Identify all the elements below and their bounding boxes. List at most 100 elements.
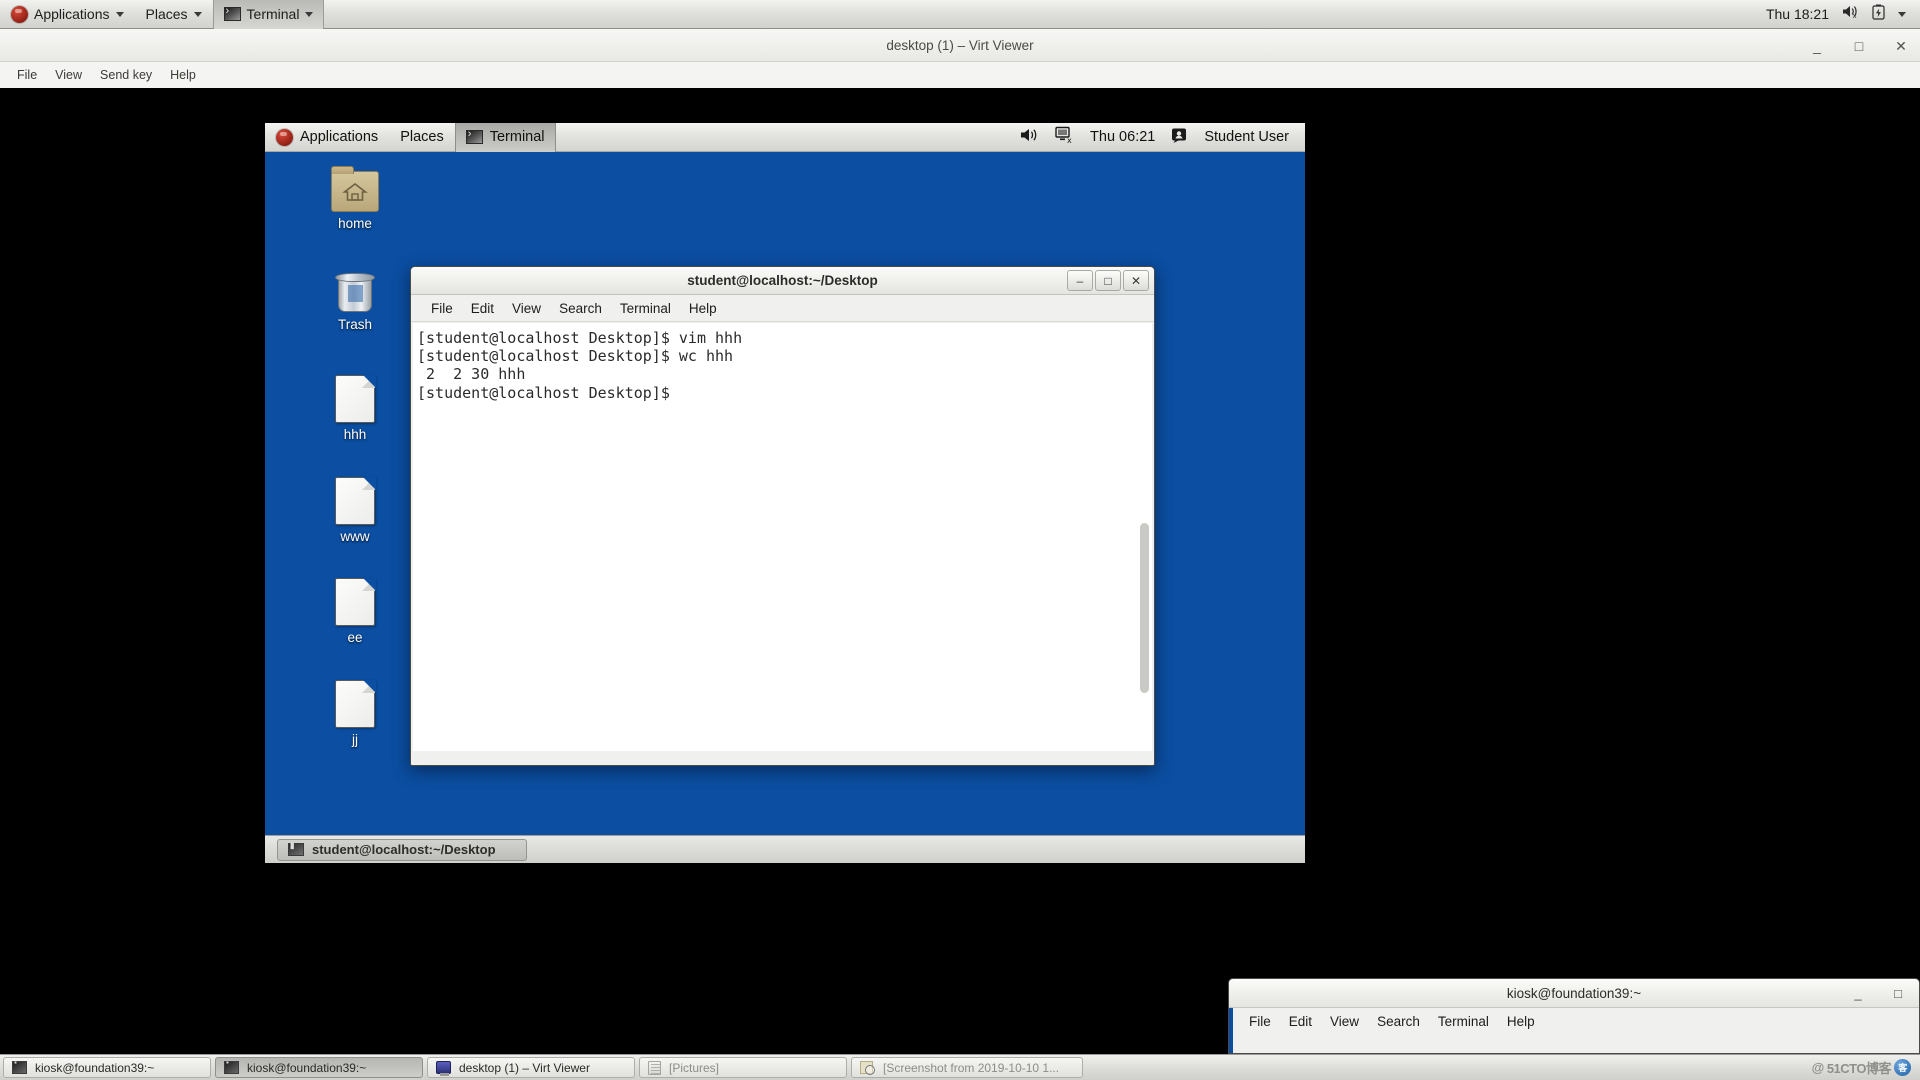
virt-viewer-menubar: File View Send key Help — [0, 62, 1920, 87]
terminal-icon — [288, 841, 304, 856]
menu-terminal[interactable]: Terminal — [1429, 1012, 1498, 1031]
menu-file[interactable]: File — [1240, 1012, 1280, 1031]
menu-terminal[interactable]: Terminal — [611, 299, 680, 318]
host-places-label: Places — [145, 6, 188, 22]
taskbar-item-pictures[interactable]: [Pictures] — [639, 1057, 847, 1078]
folder-icon — [331, 166, 379, 212]
guest-places-label: Places — [400, 129, 444, 145]
guest-applications-label: Applications — [300, 129, 379, 145]
menu-search[interactable]: Search — [1368, 1012, 1429, 1031]
minimize-button[interactable]: _ — [1808, 39, 1826, 53]
network-disconnected-icon[interactable]: x — [1055, 126, 1074, 148]
virt-viewer-window-controls: _ □ ✕ — [1808, 29, 1910, 62]
taskbar-item-label: [Screenshot from 2019-10-10 1... — [883, 1060, 1060, 1075]
battery-icon[interactable] — [1872, 4, 1885, 25]
virt-viewer-titlebar[interactable]: desktop (1) – Virt Viewer _ □ ✕ — [0, 29, 1920, 62]
guest-terminal-label: Terminal — [489, 129, 545, 145]
chevron-down-icon — [193, 11, 202, 17]
maximize-button[interactable]: □ — [1891, 987, 1905, 1000]
desktop-icon-trash[interactable]: Trash — [312, 271, 398, 332]
close-button[interactable]: ✕ — [1123, 270, 1149, 291]
taskbar-item-label: desktop (1) – Virt Viewer — [459, 1060, 590, 1075]
svg-text:x: x — [1853, 12, 1857, 19]
menu-file[interactable]: File — [422, 299, 462, 318]
host-terminal-window-controls: _ □ — [1851, 979, 1905, 1008]
host-places-menu[interactable]: Places — [135, 0, 213, 29]
host-top-panel: Applications Places Terminal Thu 18:21 x — [0, 0, 1920, 29]
taskbar-item-virt-viewer[interactable]: desktop (1) – Virt Viewer — [427, 1057, 635, 1078]
desktop-icon-label: home — [338, 216, 372, 231]
watermark-text: 51CTO博客 — [1826, 1061, 1892, 1076]
desktop-icon-label: jj — [352, 732, 358, 747]
host-terminal-window-menu[interactable]: Terminal — [212, 0, 325, 29]
terminal-scrollbar[interactable] — [1140, 523, 1149, 693]
taskbar-item-kiosk-1[interactable]: kiosk@foundation39:~ — [3, 1057, 211, 1078]
virt-viewer-icon — [436, 1061, 451, 1076]
guest-terminal-titlebar[interactable]: student@localhost:~/Desktop – □ ✕ — [411, 267, 1154, 295]
desktop-icon-label: ee — [347, 630, 363, 645]
taskbar-item-label: kiosk@foundation39:~ — [35, 1060, 155, 1075]
file-icon — [335, 476, 376, 525]
host-clock[interactable]: Thu 18:21 — [1766, 6, 1829, 22]
file-icon — [335, 374, 376, 423]
volume-muted-icon[interactable]: x — [1842, 4, 1859, 24]
user-icon — [1171, 127, 1188, 148]
guest-terminal-window-menu[interactable]: Terminal — [454, 123, 556, 152]
menu-search[interactable]: Search — [550, 299, 611, 318]
host-system-tray: Thu 18:21 x — [1766, 4, 1920, 25]
desktop-icon-hhh[interactable]: hhh — [312, 374, 398, 442]
taskbar-item-screenshot[interactable]: [Screenshot from 2019-10-10 1... — [851, 1057, 1083, 1078]
maximize-button[interactable]: □ — [1095, 270, 1121, 291]
host-terminal-menubar: File Edit View Search Terminal Help — [1229, 1008, 1919, 1035]
host-terminal-title: kiosk@foundation39:~ — [1506, 985, 1642, 1001]
volume-icon[interactable] — [1020, 127, 1039, 148]
menu-edit[interactable]: Edit — [462, 299, 503, 318]
menu-help[interactable]: Help — [680, 299, 726, 318]
menu-view[interactable]: View — [503, 299, 550, 318]
desktop-icon-home[interactable]: home — [312, 166, 398, 231]
minimize-button[interactable]: _ — [1851, 987, 1865, 1000]
menu-file[interactable]: File — [8, 65, 46, 85]
close-button[interactable]: ✕ — [1892, 39, 1910, 53]
menu-view[interactable]: View — [46, 65, 91, 85]
guest-clock[interactable]: Thu 06:21 — [1090, 129, 1155, 145]
fedora-logo-icon — [276, 128, 293, 146]
guest-user-name[interactable]: Student User — [1204, 129, 1289, 145]
guest-top-panel: Applications Places Terminal — [265, 123, 1305, 152]
watermark: @ 51CTO博客 客 — [1812, 1058, 1917, 1077]
guest-terminal-footer — [413, 751, 1152, 765]
guest-terminal-menubar: File Edit View Search Terminal Help — [411, 295, 1154, 322]
chevron-down-icon — [115, 11, 124, 17]
files-icon — [648, 1060, 661, 1075]
guest-taskbar-item-terminal[interactable]: student@localhost:~/Desktop — [277, 838, 527, 861]
guest-places-menu[interactable]: Places — [389, 123, 455, 152]
menu-view[interactable]: View — [1321, 1012, 1368, 1031]
terminal-icon — [223, 5, 241, 21]
taskbar-item-label: kiosk@foundation39:~ — [247, 1060, 367, 1075]
house-glyph-icon — [342, 183, 368, 202]
menu-help[interactable]: Help — [1498, 1012, 1544, 1031]
desktop-icon-label: Trash — [337, 317, 372, 332]
desktop-icon-jj[interactable]: jj — [312, 679, 398, 747]
menu-edit[interactable]: Edit — [1280, 1012, 1321, 1031]
desktop-icon-ee[interactable]: ee — [312, 577, 398, 645]
guest-terminal-screen[interactable]: [student@localhost Desktop]$ vim hhh [st… — [413, 323, 1152, 751]
taskbar-item-kiosk-2[interactable]: kiosk@foundation39:~ — [215, 1057, 423, 1078]
guest-terminal-window: student@localhost:~/Desktop – □ ✕ File E… — [410, 266, 1155, 766]
minimize-button[interactable]: – — [1067, 270, 1093, 291]
menu-send-key[interactable]: Send key — [91, 65, 161, 85]
guest-applications-menu[interactable]: Applications — [265, 123, 389, 152]
screenshot-icon — [860, 1060, 875, 1075]
svg-text:x: x — [1067, 136, 1072, 143]
maximize-button[interactable]: □ — [1850, 39, 1868, 53]
menu-help[interactable]: Help — [161, 65, 205, 85]
terminal-icon — [12, 1058, 27, 1074]
host-applications-menu[interactable]: Applications — [0, 0, 135, 29]
virt-viewer-canvas: Applications Places Terminal — [0, 88, 1920, 1054]
terminal-icon — [465, 128, 483, 144]
desktop-icon-www[interactable]: www — [312, 476, 398, 544]
host-applications-label: Applications — [34, 6, 110, 22]
host-terminal-titlebar[interactable]: kiosk@foundation39:~ _ □ — [1229, 979, 1919, 1008]
chevron-down-icon[interactable] — [1898, 11, 1906, 17]
file-icon — [335, 577, 376, 626]
